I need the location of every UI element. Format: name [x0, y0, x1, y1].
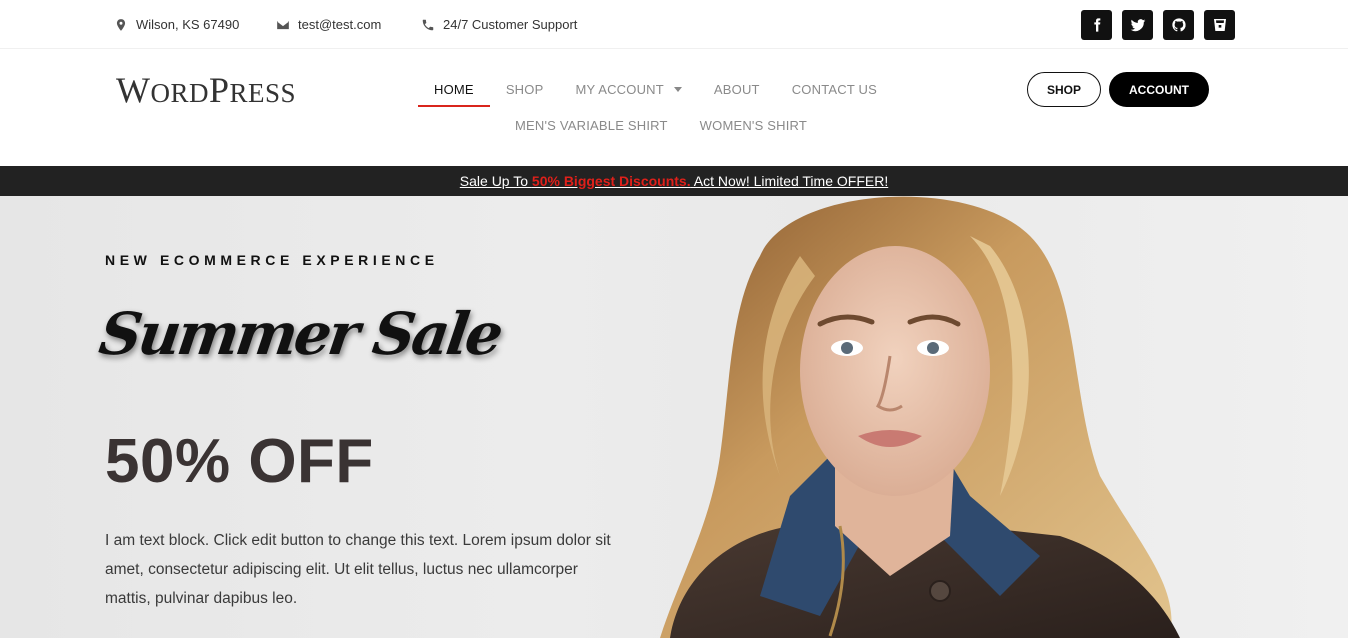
support-info: 24/7 Customer Support [421, 0, 577, 49]
logo-letters-ord: ORD [150, 78, 209, 108]
support-text: 24/7 Customer Support [443, 17, 578, 32]
email-info[interactable]: test@test.com [276, 0, 381, 49]
logo-letter-p: P [209, 70, 230, 110]
announcement-link[interactable]: Sale Up To 50% Biggest Discounts. Act No… [460, 173, 888, 189]
main-nav: Home Shop My Account About Contact Us Me… [418, 71, 898, 143]
shop-button[interactable]: Shop [1027, 72, 1101, 107]
nav-womens-shirt[interactable]: Women's Shirt [684, 107, 823, 143]
nav-home[interactable]: Home [418, 71, 490, 107]
hero-discount: 50% OFF [105, 427, 374, 496]
logo-letters-ress: RESS [229, 78, 297, 108]
announcement-suffix: Act Now! Limited Time OFFER! [690, 173, 889, 189]
site-logo[interactable]: WORDPRESS [116, 69, 296, 111]
facebook-icon [1093, 18, 1100, 32]
hero-body-text: I am text block. Click edit button to ch… [105, 532, 611, 607]
phone-icon [422, 19, 434, 30]
bucket-icon [1213, 19, 1226, 31]
announcement-prefix: Sale Up To [459, 173, 532, 189]
envelope-icon [277, 20, 289, 29]
logo-letter-w: W [116, 70, 151, 110]
map-marker-icon [116, 18, 126, 31]
hero-model-image [660, 196, 1180, 638]
bucket-link[interactable] [1204, 10, 1235, 40]
nav-my-account-label: My Account [575, 81, 664, 97]
nav-mens-variable-shirt[interactable]: Men's Variable Shirt [499, 107, 684, 143]
account-button[interactable]: Account [1109, 72, 1209, 107]
twitter-icon [1130, 19, 1145, 32]
hero-eyebrow: NEW ECOMMERCE EXPERIENCE [105, 252, 439, 268]
location-text: Wilson, KS 67490 [136, 17, 240, 32]
nav-shop[interactable]: Shop [490, 71, 560, 107]
nav-about[interactable]: About [698, 71, 776, 107]
github-link[interactable] [1163, 10, 1194, 40]
top-bar: Wilson, KS 67490 test@test.com 24/7 Cust… [0, 0, 1348, 49]
twitter-link[interactable] [1122, 10, 1153, 40]
social-links [1081, 10, 1235, 40]
announcement-bar: Sale Up To 50% Biggest Discounts. Act No… [0, 166, 1348, 196]
nav-contact[interactable]: Contact Us [776, 71, 893, 107]
location-info: Wilson, KS 67490 [114, 0, 239, 49]
github-icon [1171, 18, 1186, 32]
email-text[interactable]: test@test.com [298, 17, 381, 32]
site-header: WORDPRESS Home Shop My Account About Con… [0, 49, 1348, 166]
announcement-highlight: 50% Biggest Discounts. [531, 173, 691, 189]
nav-my-account[interactable]: My Account [559, 71, 697, 107]
chevron-down-icon [673, 86, 682, 92]
hero-title: Summer Sale [95, 300, 505, 368]
facebook-link[interactable] [1081, 10, 1112, 40]
hero-section: NEW ECOMMERCE EXPERIENCE Summer Sale 50%… [0, 196, 1348, 638]
